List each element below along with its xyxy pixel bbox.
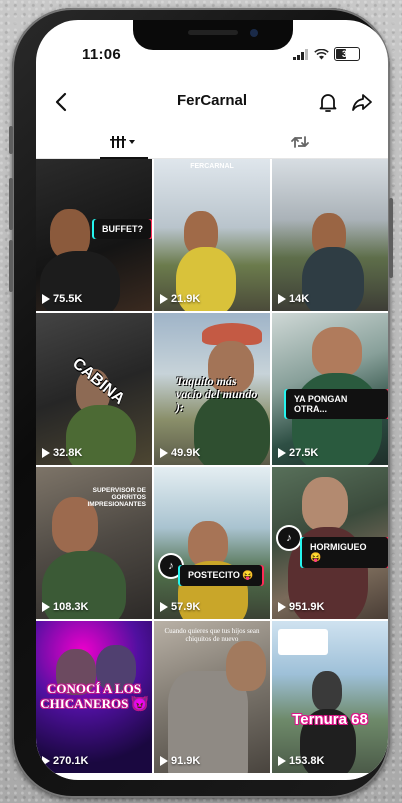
thumbnail-person (312, 327, 362, 377)
thumbnail-person (226, 641, 266, 691)
video-thumbnail[interactable]: YA PONGAN OTRA... 27.5K (272, 313, 388, 465)
view-count: 951.9K (278, 601, 324, 613)
video-thumbnail[interactable]: SUPERVISOR DE GORRITOS IMPRESIONANTES 10… (36, 467, 152, 619)
grid-icon (110, 136, 135, 148)
video-thumbnail[interactable]: Cuando quieres que tus hijos sean chiqui… (154, 621, 270, 773)
view-count: 21.9K (160, 293, 200, 305)
view-count: 108.3K (42, 601, 88, 613)
play-icon (42, 602, 50, 612)
speaker (188, 30, 238, 35)
play-icon (278, 602, 286, 612)
volume-up-button (9, 178, 13, 230)
thumbnail-body (302, 247, 364, 311)
thumbnail-person (312, 671, 342, 711)
play-icon (278, 756, 286, 766)
video-caption: BUFFET? (94, 219, 151, 239)
video-caption: SUPERVISOR DE GORRITOS IMPRESIONANTES (87, 487, 146, 508)
view-count: 49.9K (160, 447, 200, 459)
play-icon (160, 602, 168, 612)
video-thumbnail[interactable]: Ternura 68 153.8K (272, 621, 388, 773)
video-caption: Taquito más vacío del mundo ): (176, 374, 258, 414)
video-thumbnail[interactable]: BUFFET? 75.5K (36, 159, 152, 311)
video-thumbnail[interactable]: ♪ POSTECITO 😝 57.9K (154, 467, 270, 619)
play-icon (42, 294, 50, 304)
play-icon (42, 448, 50, 458)
power-button (389, 198, 393, 278)
view-count: 91.9K (160, 755, 200, 767)
play-icon (42, 756, 50, 766)
profile-tabs (36, 126, 388, 159)
repost-icon (291, 136, 309, 148)
video-caption: YA PONGAN OTRA... (286, 389, 388, 419)
status-icons: 31 (293, 47, 360, 61)
video-thumbnail[interactable]: CABINA 32.8K (36, 313, 152, 465)
play-icon (160, 756, 168, 766)
bell-icon[interactable] (316, 90, 340, 114)
notch (133, 20, 293, 50)
battery-icon: 31 (334, 47, 360, 61)
tiktok-icon: ♪ (278, 527, 300, 549)
thumbnail-person (302, 477, 348, 531)
tab-reposts[interactable] (212, 126, 388, 158)
tiktok-icon: ♪ (160, 555, 182, 577)
mute-switch (9, 126, 13, 154)
view-count: 57.9K (160, 601, 200, 613)
volume-down-button (9, 240, 13, 292)
video-thumbnail[interactable]: 14K (272, 159, 388, 311)
video-caption: FERCARNAL (190, 163, 234, 170)
tab-videos[interactable] (36, 126, 212, 159)
video-caption: CONOCÍ A LOS CHICANEROS 😈 (40, 681, 148, 711)
play-icon (160, 294, 168, 304)
video-thumbnail[interactable]: FERCARNAL 21.9K (154, 159, 270, 311)
wifi-icon (314, 48, 329, 59)
thumbnail-screenshot (278, 629, 328, 655)
view-count: 27.5K (278, 447, 318, 459)
view-count: 32.8K (42, 447, 82, 459)
play-icon (160, 448, 168, 458)
view-count: 153.8K (278, 755, 324, 767)
video-caption: POSTECITO 😝 (180, 565, 262, 586)
video-caption: Cuando quieres que tus hijos sean chiqui… (164, 627, 260, 643)
battery-level: 31 (341, 49, 352, 59)
video-thumbnail[interactable]: CONOCÍ A LOS CHICANEROS 😈 270.1K (36, 621, 152, 773)
video-thumbnail[interactable]: ♪ HORMIGUEO 😝 951.9K (272, 467, 388, 619)
view-count: 75.5K (42, 293, 82, 305)
view-count: 14K (278, 293, 309, 305)
video-grid: BUFFET? 75.5K FERCARNAL 21.9K 14K CABINA… (36, 159, 388, 779)
screen: 11:06 31 FerCarnal BUFFET? 75.5K FERCARN… (36, 20, 388, 780)
play-icon (278, 448, 286, 458)
status-time: 11:06 (82, 46, 122, 63)
video-caption: HORMIGUEO 😝 (302, 537, 388, 568)
front-camera (250, 29, 258, 37)
video-caption: Ternura 68 (292, 711, 368, 728)
profile-header: FerCarnal (36, 82, 388, 122)
play-icon (278, 294, 286, 304)
share-icon[interactable] (350, 90, 374, 114)
view-count: 270.1K (42, 755, 88, 767)
video-thumbnail[interactable]: Taquito más vacío del mundo ): 49.9K (154, 313, 270, 465)
signal-icon (293, 48, 308, 60)
